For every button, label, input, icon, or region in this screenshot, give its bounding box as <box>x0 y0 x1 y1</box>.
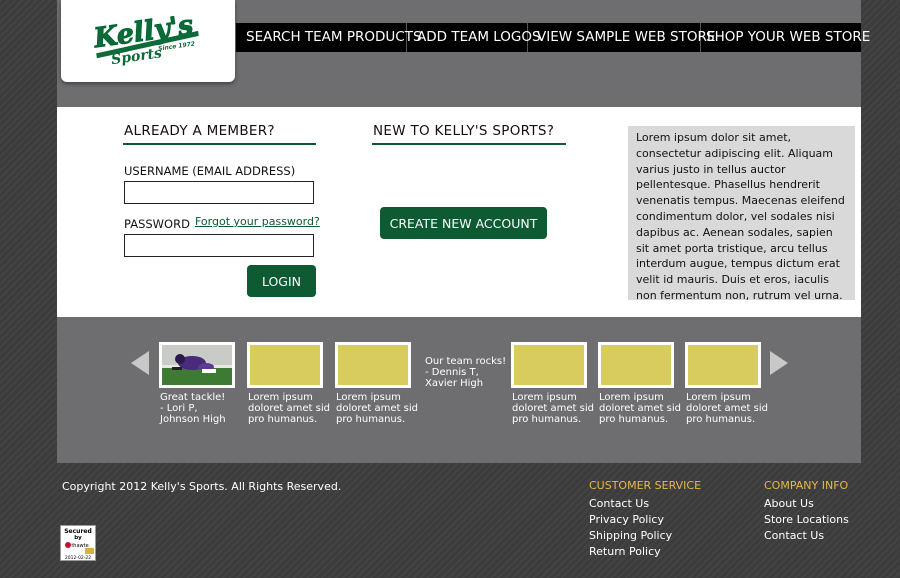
carousel-quote: Our team rocks! - Dennis T, Xavier High <box>425 356 507 389</box>
nav-shop-your-web-store[interactable]: SHOP YOUR WEB STORE <box>701 23 870 52</box>
carousel-caption: Lorem ipsum doloret amet sid pro humanus. <box>336 392 418 425</box>
main-nav: SEARCH TEAM PRODUCTS ADD TEAM LOGOS VIEW… <box>236 23 870 52</box>
password-input[interactable] <box>124 234 314 257</box>
placeholder-image <box>601 345 671 385</box>
forgot-password-link[interactable]: Forgot your password? <box>195 215 320 228</box>
nav-search-team-products[interactable]: SEARCH TEAM PRODUCTS <box>236 23 422 52</box>
placeholder-image <box>338 345 408 385</box>
carousel-caption: Lorem ipsum doloret amet sid pro humanus. <box>248 392 330 425</box>
login-button[interactable]: LOGIN <box>247 265 316 297</box>
carousel-caption: Great tackle! - Lori P, Johnson High <box>160 392 226 425</box>
register-title-rule <box>372 143 566 145</box>
footer-link-contact-us-company[interactable]: Contact Us <box>764 529 824 542</box>
password-label: PASSWORD <box>124 217 190 231</box>
footer-link-about-us[interactable]: About Us <box>764 497 814 510</box>
customer-service-heading: CUSTOMER SERVICE <box>589 479 702 492</box>
username-label: USERNAME (EMAIL ADDRESS) <box>124 164 296 178</box>
testimonial-carousel: Great tackle! - Lori P, Johnson High Lorem… <box>57 317 861 463</box>
company-info-heading: COMPANY INFO <box>764 479 849 492</box>
thawte-seal-icon: Secured by thawte 2012-02-22 <box>64 528 94 561</box>
placeholder-image <box>250 345 320 385</box>
carousel-thumbnail[interactable] <box>247 342 323 388</box>
svg-text:by: by <box>74 535 82 541</box>
carousel-caption: Lorem ipsum doloret amet sid pro humanus. <box>686 392 768 425</box>
footer-link-shipping-policy[interactable]: Shipping Policy <box>589 529 672 542</box>
nav-add-team-logos[interactable]: ADD TEAM LOGOS <box>407 23 541 52</box>
username-input[interactable] <box>124 181 314 204</box>
carousel-prev-icon[interactable] <box>131 351 149 375</box>
carousel-thumbnail[interactable] <box>335 342 411 388</box>
security-seal[interactable]: Secured by thawte 2012-02-22 <box>60 525 96 561</box>
carousel-thumbnail[interactable] <box>511 342 587 388</box>
placeholder-image <box>688 345 758 385</box>
placeholder-image <box>514 345 584 385</box>
footer-link-return-policy[interactable]: Return Policy <box>589 545 661 558</box>
main-panel: ALREADY A MEMBER? USERNAME (EMAIL ADDRES… <box>57 107 861 317</box>
footer-link-store-locations[interactable]: Store Locations <box>764 513 849 526</box>
footer-link-privacy-policy[interactable]: Privacy Policy <box>589 513 664 526</box>
login-title: ALREADY A MEMBER? <box>124 123 275 139</box>
carousel-thumbnail[interactable] <box>598 342 674 388</box>
kellys-logo-icon: Kelly's Sports Since 1972 <box>91 10 199 68</box>
copyright-text: Copyright 2012 Kelly's Sports. All Right… <box>62 480 342 493</box>
create-account-button[interactable]: CREATE NEW ACCOUNT <box>380 207 547 239</box>
carousel-caption: Lorem ipsum doloret amet sid pro humanus. <box>512 392 594 425</box>
football-tackle-image <box>162 345 232 385</box>
svg-text:2012-02-22: 2012-02-22 <box>65 555 91 560</box>
svg-text:Secured: Secured <box>64 528 92 535</box>
carousel-photo-thumbnail[interactable] <box>159 342 235 388</box>
carousel-thumbnail[interactable] <box>685 342 761 388</box>
footer-link-contact-us[interactable]: Contact Us <box>589 497 649 510</box>
carousel-caption: Lorem ipsum doloret amet sid pro humanus. <box>599 392 681 425</box>
logo[interactable]: Kelly's Sports Since 1972 <box>61 0 235 82</box>
info-text: Lorem ipsum dolor sit amet, consectetur … <box>628 126 855 302</box>
carousel-next-icon[interactable] <box>770 351 788 375</box>
register-title: NEW TO KELLY'S SPORTS? <box>373 123 555 139</box>
login-title-rule <box>123 143 316 145</box>
nav-view-sample-web-store[interactable]: VIEW SAMPLE WEB STORE <box>528 23 715 52</box>
